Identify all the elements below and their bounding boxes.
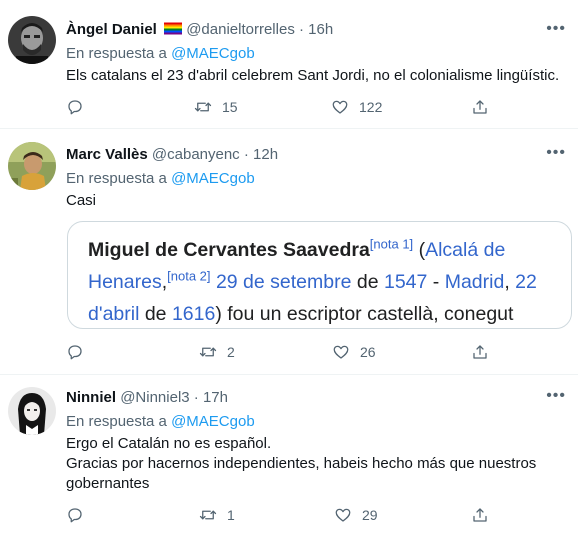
- avatar[interactable]: [8, 16, 56, 64]
- reply-prefix: En respuesta a: [66, 45, 167, 62]
- avatar-image: [8, 142, 56, 190]
- retweet-icon: [199, 510, 217, 520]
- share-button[interactable]: [471, 342, 489, 362]
- reply-mention[interactable]: @MAECgob: [171, 45, 255, 62]
- share-icon: [473, 508, 487, 522]
- user-name[interactable]: Ninniel: [66, 389, 116, 406]
- like-icon: [333, 345, 349, 359]
- tweet-text-line: Gracias por hacernos independientes, hab…: [66, 455, 537, 472]
- tweet-text: Ergo el Catalán no es español. Gracias p…: [66, 434, 568, 494]
- like-button[interactable]: 122: [331, 97, 382, 117]
- share-icon: [473, 345, 487, 359]
- tweet-text: Els catalans el 23 d'abril celebrem Sant…: [66, 66, 568, 86]
- tweet-header: Marc Vallès @cabanyenc · 12h: [66, 145, 568, 165]
- reply-button[interactable]: [66, 342, 84, 362]
- avatar-image: [8, 16, 56, 64]
- tweet-text-line: Casi: [66, 192, 97, 209]
- like-count: 29: [362, 507, 378, 523]
- like-icon: [335, 508, 351, 522]
- retweet-icon: [199, 347, 217, 357]
- card-text: de: [139, 303, 172, 325]
- reply-icon: [68, 508, 82, 523]
- more-icon[interactable]: •••: [546, 387, 566, 405]
- reply-context: En respuesta a @MAECgob: [66, 44, 568, 64]
- card-note[interactable]: [nota 2]: [167, 269, 210, 284]
- action-bar: 15 122: [66, 97, 496, 117]
- avatar-image: [8, 387, 56, 435]
- tweet-header: Àngel Daniel @danieltorrelles · 16h: [66, 20, 568, 40]
- pride-flag-icon: [164, 21, 183, 35]
- reply-button[interactable]: [66, 97, 84, 117]
- card-text: (: [413, 239, 426, 261]
- tweet-text: Casi: [66, 191, 568, 211]
- user-name[interactable]: Marc Vallès: [66, 146, 148, 163]
- separator: ·: [193, 389, 199, 406]
- retweet-button[interactable]: 1: [199, 505, 235, 525]
- share-icon: [473, 100, 487, 114]
- tweet-header: Ninniel @Ninniel3 · 17h: [66, 388, 568, 408]
- card-title: Miguel de Cervantes Saavedra: [88, 239, 370, 261]
- reply-mention[interactable]: @MAECgob: [171, 170, 255, 187]
- card-link[interactable]: 1616: [172, 303, 215, 325]
- avatar[interactable]: [8, 142, 56, 190]
- like-button[interactable]: 29: [334, 505, 378, 525]
- reply-button[interactable]: [66, 505, 84, 525]
- reply-prefix: En respuesta a: [66, 413, 167, 430]
- avatar[interactable]: [8, 387, 56, 435]
- retweet-button[interactable]: 15: [194, 97, 238, 117]
- user-handle[interactable]: @danieltorrelles: [186, 21, 295, 38]
- retweet-button[interactable]: 2: [199, 342, 235, 362]
- share-button[interactable]: [471, 505, 489, 525]
- tweet-text-line: Ergo el Catalán no es español.: [66, 435, 272, 452]
- reply-context: En respuesta a @MAECgob: [66, 412, 568, 432]
- card-note[interactable]: [nota 1]: [370, 237, 413, 252]
- card-link[interactable]: 29 de setembre: [216, 271, 352, 293]
- card-text: de: [351, 271, 384, 293]
- card-text: -: [427, 271, 445, 293]
- timestamp[interactable]: 12h: [253, 146, 278, 163]
- like-icon: [332, 100, 348, 114]
- retweet-count: 2: [227, 344, 235, 360]
- tweet[interactable]: Marc Vallès @cabanyenc · 12h En respuest…: [0, 128, 578, 375]
- tweet[interactable]: Àngel Daniel @danieltorrelles · 16h En r…: [0, 0, 578, 129]
- card-link[interactable]: 1547: [384, 271, 427, 293]
- separator: ·: [299, 21, 304, 38]
- link-card[interactable]: Miguel de Cervantes Saavedra[nota 1] (Al…: [67, 221, 572, 329]
- like-count: 122: [359, 99, 383, 115]
- reply-context: En respuesta a @MAECgob: [66, 169, 568, 189]
- reply-icon: [68, 100, 82, 115]
- tweet[interactable]: Ninniel @Ninniel3 · 17h En respuesta a @…: [0, 374, 578, 540]
- timestamp[interactable]: 16h: [308, 21, 333, 38]
- tweet-text-line: gobernantes: [66, 475, 150, 492]
- user-handle[interactable]: @cabanyenc: [152, 146, 240, 163]
- retweet-count: 1: [227, 507, 235, 523]
- timestamp[interactable]: 17h: [203, 389, 228, 406]
- card-text: ,: [504, 271, 516, 293]
- reply-prefix: En respuesta a: [66, 170, 167, 187]
- card-text: ) fou un escriptor castellà, conegut: [215, 303, 514, 325]
- more-icon[interactable]: •••: [546, 144, 566, 162]
- retweet-icon: [194, 102, 212, 112]
- tweet-text-line: Els catalans el 23 d'abril celebrem Sant…: [66, 67, 560, 84]
- action-bar: 2 26: [66, 342, 496, 362]
- reply-icon: [68, 345, 82, 360]
- reply-mention[interactable]: @MAECgob: [171, 413, 255, 430]
- share-button[interactable]: [471, 97, 489, 117]
- separator: ·: [243, 146, 249, 163]
- like-button[interactable]: 26: [332, 342, 376, 362]
- user-handle[interactable]: @Ninniel3: [120, 389, 189, 406]
- user-name[interactable]: Àngel Daniel: [66, 21, 157, 38]
- retweet-count: 15: [222, 99, 238, 115]
- action-bar: 1 29: [66, 505, 496, 525]
- card-link[interactable]: Madrid: [445, 271, 505, 293]
- like-count: 26: [360, 344, 376, 360]
- more-icon[interactable]: •••: [546, 20, 566, 38]
